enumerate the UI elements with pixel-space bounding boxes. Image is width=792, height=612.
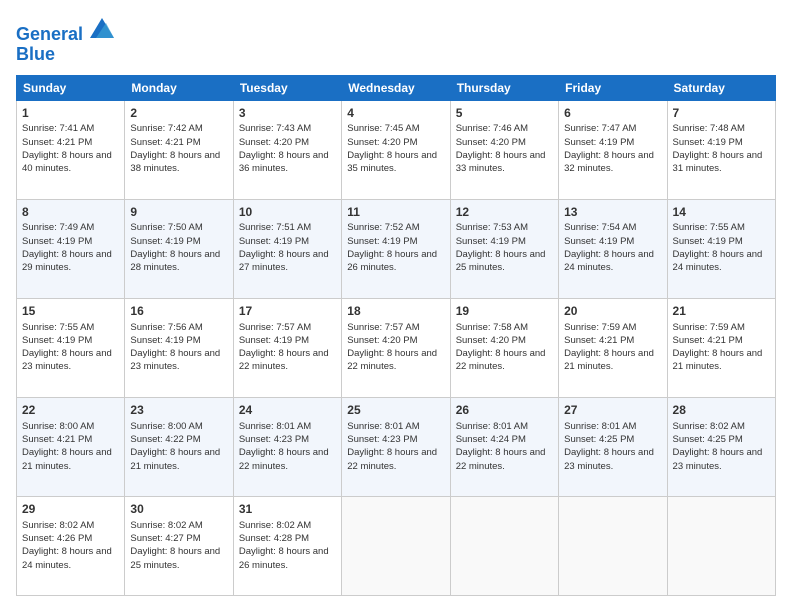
day-number: 6 — [564, 105, 661, 122]
day-number: 30 — [130, 501, 227, 518]
day-number: 3 — [239, 105, 336, 122]
calendar-table: SundayMondayTuesdayWednesdayThursdayFrid… — [16, 75, 776, 596]
calendar-day-cell: 5Sunrise: 7:46 AMSunset: 4:20 PMDaylight… — [450, 100, 558, 199]
header: General Blue — [16, 16, 776, 65]
calendar-day-cell: 19Sunrise: 7:58 AMSunset: 4:20 PMDayligh… — [450, 298, 558, 397]
day-number: 23 — [130, 402, 227, 419]
day-number: 16 — [130, 303, 227, 320]
calendar-day-cell — [667, 496, 775, 595]
day-number: 12 — [456, 204, 553, 221]
calendar-day-cell: 14Sunrise: 7:55 AMSunset: 4:19 PMDayligh… — [667, 199, 775, 298]
calendar-day-cell: 15Sunrise: 7:55 AMSunset: 4:19 PMDayligh… — [17, 298, 125, 397]
calendar-week-row: 29Sunrise: 8:02 AMSunset: 4:26 PMDayligh… — [17, 496, 776, 595]
calendar-body: 1Sunrise: 7:41 AMSunset: 4:21 PMDaylight… — [17, 100, 776, 595]
day-number: 15 — [22, 303, 119, 320]
day-number: 19 — [456, 303, 553, 320]
day-number: 28 — [673, 402, 770, 419]
day-number: 9 — [130, 204, 227, 221]
calendar-week-row: 22Sunrise: 8:00 AMSunset: 4:21 PMDayligh… — [17, 397, 776, 496]
calendar-day-cell: 17Sunrise: 7:57 AMSunset: 4:19 PMDayligh… — [233, 298, 341, 397]
weekday-header-cell: Sunday — [17, 75, 125, 100]
logo-text: General — [16, 16, 114, 45]
calendar-day-cell — [559, 496, 667, 595]
calendar-day-cell: 11Sunrise: 7:52 AMSunset: 4:19 PMDayligh… — [342, 199, 450, 298]
calendar-week-row: 1Sunrise: 7:41 AMSunset: 4:21 PMDaylight… — [17, 100, 776, 199]
day-number: 8 — [22, 204, 119, 221]
calendar-day-cell: 10Sunrise: 7:51 AMSunset: 4:19 PMDayligh… — [233, 199, 341, 298]
calendar-day-cell: 16Sunrise: 7:56 AMSunset: 4:19 PMDayligh… — [125, 298, 233, 397]
logo-subtext: Blue — [16, 45, 114, 65]
day-number: 14 — [673, 204, 770, 221]
calendar-day-cell: 31Sunrise: 8:02 AMSunset: 4:28 PMDayligh… — [233, 496, 341, 595]
day-number: 5 — [456, 105, 553, 122]
day-number: 29 — [22, 501, 119, 518]
day-number: 24 — [239, 402, 336, 419]
day-number: 18 — [347, 303, 444, 320]
day-number: 21 — [673, 303, 770, 320]
day-number: 22 — [22, 402, 119, 419]
day-number: 13 — [564, 204, 661, 221]
calendar-day-cell: 30Sunrise: 8:02 AMSunset: 4:27 PMDayligh… — [125, 496, 233, 595]
weekday-header-cell: Wednesday — [342, 75, 450, 100]
calendar-day-cell: 24Sunrise: 8:01 AMSunset: 4:23 PMDayligh… — [233, 397, 341, 496]
weekday-header-cell: Thursday — [450, 75, 558, 100]
calendar-day-cell: 27Sunrise: 8:01 AMSunset: 4:25 PMDayligh… — [559, 397, 667, 496]
calendar-day-cell: 22Sunrise: 8:00 AMSunset: 4:21 PMDayligh… — [17, 397, 125, 496]
calendar-day-cell — [450, 496, 558, 595]
weekday-header-row: SundayMondayTuesdayWednesdayThursdayFrid… — [17, 75, 776, 100]
calendar-day-cell — [342, 496, 450, 595]
calendar-week-row: 8Sunrise: 7:49 AMSunset: 4:19 PMDaylight… — [17, 199, 776, 298]
calendar-day-cell: 8Sunrise: 7:49 AMSunset: 4:19 PMDaylight… — [17, 199, 125, 298]
calendar-day-cell: 26Sunrise: 8:01 AMSunset: 4:24 PMDayligh… — [450, 397, 558, 496]
day-number: 31 — [239, 501, 336, 518]
day-number: 1 — [22, 105, 119, 122]
calendar-day-cell: 23Sunrise: 8:00 AMSunset: 4:22 PMDayligh… — [125, 397, 233, 496]
weekday-header-cell: Friday — [559, 75, 667, 100]
weekday-header-cell: Saturday — [667, 75, 775, 100]
calendar-day-cell: 20Sunrise: 7:59 AMSunset: 4:21 PMDayligh… — [559, 298, 667, 397]
calendar-day-cell: 1Sunrise: 7:41 AMSunset: 4:21 PMDaylight… — [17, 100, 125, 199]
calendar-week-row: 15Sunrise: 7:55 AMSunset: 4:19 PMDayligh… — [17, 298, 776, 397]
day-number: 17 — [239, 303, 336, 320]
page: General Blue SundayMondayTuesdayWednesda… — [0, 0, 792, 612]
calendar-day-cell: 12Sunrise: 7:53 AMSunset: 4:19 PMDayligh… — [450, 199, 558, 298]
calendar-day-cell: 28Sunrise: 8:02 AMSunset: 4:25 PMDayligh… — [667, 397, 775, 496]
calendar-day-cell: 21Sunrise: 7:59 AMSunset: 4:21 PMDayligh… — [667, 298, 775, 397]
day-number: 20 — [564, 303, 661, 320]
calendar-day-cell: 7Sunrise: 7:48 AMSunset: 4:19 PMDaylight… — [667, 100, 775, 199]
calendar-day-cell: 3Sunrise: 7:43 AMSunset: 4:20 PMDaylight… — [233, 100, 341, 199]
calendar-day-cell: 13Sunrise: 7:54 AMSunset: 4:19 PMDayligh… — [559, 199, 667, 298]
day-number: 10 — [239, 204, 336, 221]
calendar-day-cell: 6Sunrise: 7:47 AMSunset: 4:19 PMDaylight… — [559, 100, 667, 199]
calendar-day-cell: 9Sunrise: 7:50 AMSunset: 4:19 PMDaylight… — [125, 199, 233, 298]
weekday-header-cell: Monday — [125, 75, 233, 100]
weekday-header-cell: Tuesday — [233, 75, 341, 100]
calendar-day-cell: 4Sunrise: 7:45 AMSunset: 4:20 PMDaylight… — [342, 100, 450, 199]
day-number: 2 — [130, 105, 227, 122]
day-number: 11 — [347, 204, 444, 221]
calendar-day-cell: 29Sunrise: 8:02 AMSunset: 4:26 PMDayligh… — [17, 496, 125, 595]
calendar-day-cell: 2Sunrise: 7:42 AMSunset: 4:21 PMDaylight… — [125, 100, 233, 199]
day-number: 27 — [564, 402, 661, 419]
day-number: 4 — [347, 105, 444, 122]
calendar-day-cell: 25Sunrise: 8:01 AMSunset: 4:23 PMDayligh… — [342, 397, 450, 496]
logo-icon — [90, 16, 114, 40]
day-number: 7 — [673, 105, 770, 122]
day-number: 26 — [456, 402, 553, 419]
logo: General Blue — [16, 16, 114, 65]
calendar-day-cell: 18Sunrise: 7:57 AMSunset: 4:20 PMDayligh… — [342, 298, 450, 397]
day-number: 25 — [347, 402, 444, 419]
